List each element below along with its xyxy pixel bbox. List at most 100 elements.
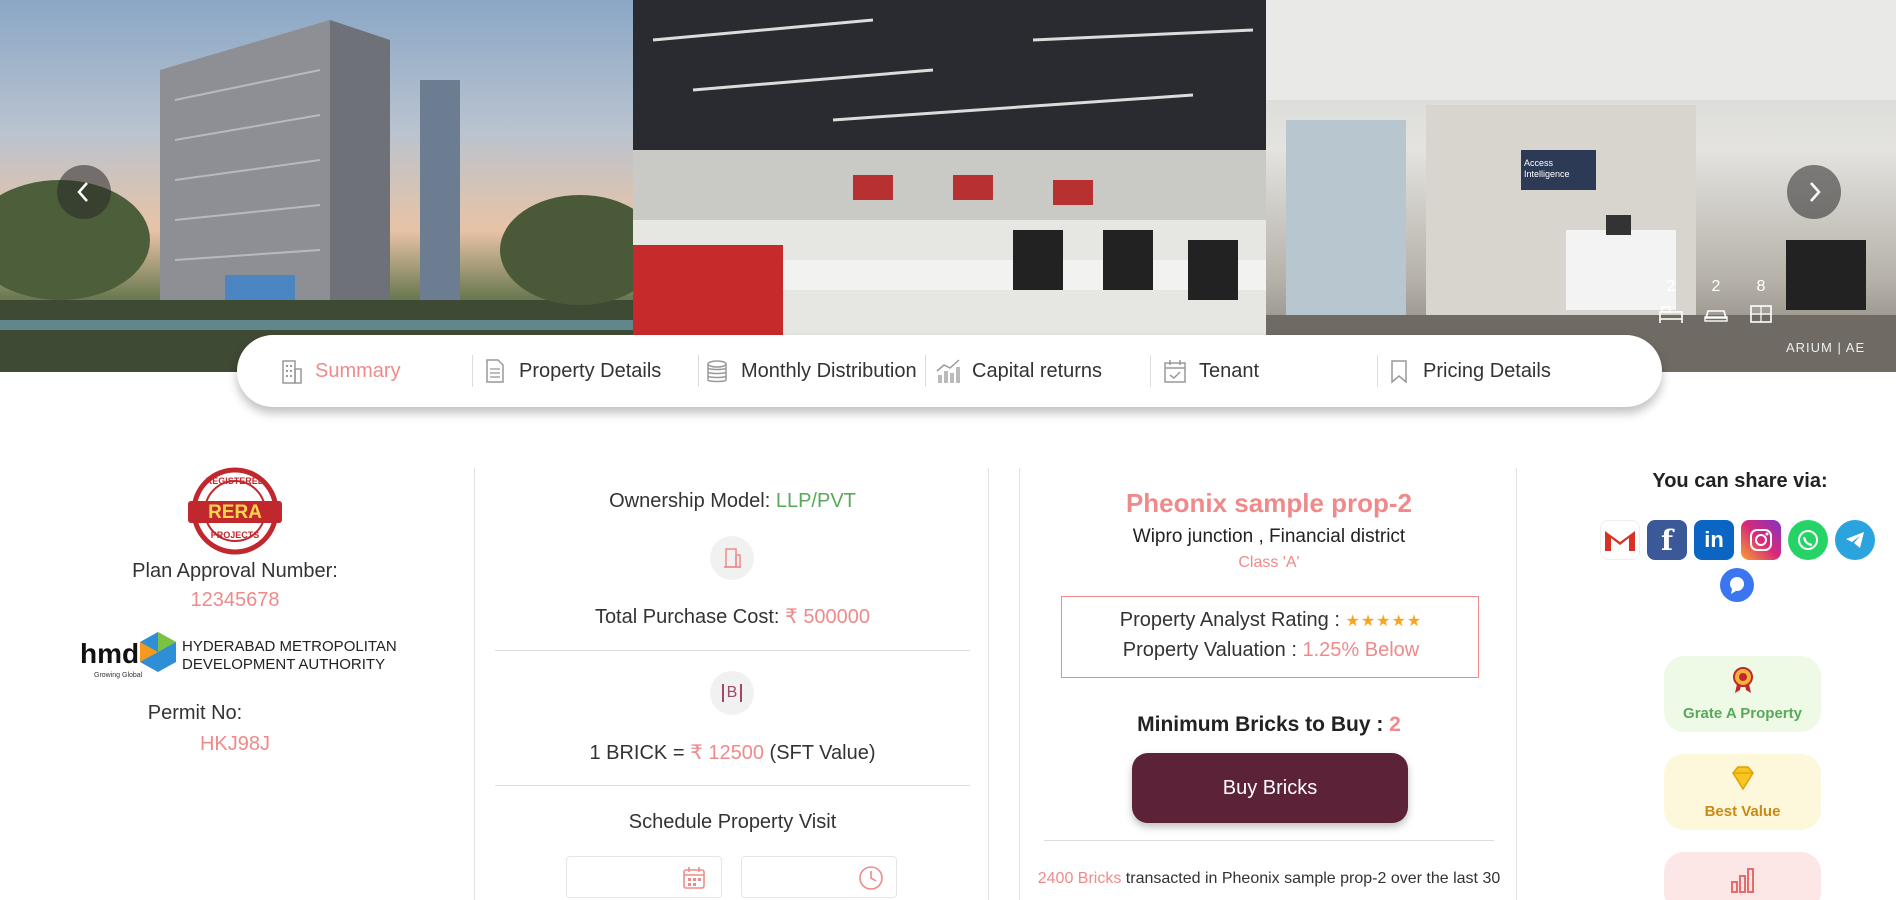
calendar-check-icon	[1161, 357, 1189, 385]
rera-badge-bottom-text: PROJECTS	[210, 530, 260, 540]
growth-chart-icon	[934, 357, 962, 385]
tab-divider	[925, 355, 926, 387]
signal-icon[interactable]	[1720, 568, 1754, 602]
property-class: Class 'A'	[1238, 554, 1300, 571]
bedrooms-count: 2	[1666, 278, 1676, 295]
tab-summary[interactable]: Summary	[277, 335, 401, 407]
bed-icon	[1656, 304, 1686, 329]
whatsapp-icon[interactable]	[1788, 520, 1828, 560]
calendar-icon[interactable]	[681, 865, 707, 896]
diamond-icon	[1728, 763, 1758, 797]
hmda-logo: hmda Growing Global HYDERABAD METROPOLIT…	[60, 628, 410, 684]
brick-prefix: 1 BRICK =	[589, 742, 685, 764]
instagram-icon[interactable]	[1741, 520, 1781, 560]
hmda-name-line2: DEVELOPMENT AUTHORITY	[182, 656, 386, 673]
total-purchase-cost: Total Purchase Cost: ₹ 500000	[475, 604, 990, 629]
tab-tenant-label: Tenant	[1199, 359, 1260, 382]
area-count: 8	[1756, 278, 1766, 295]
star-icon: ★	[1345, 613, 1361, 630]
brick-icon-letter: B	[721, 684, 743, 702]
tab-divider	[1377, 355, 1378, 387]
facebook-icon[interactable]: f	[1647, 520, 1687, 560]
building-icon	[277, 357, 305, 385]
tab-pricing-details[interactable]: Pricing Details	[1385, 335, 1551, 407]
carousel-next-button[interactable]	[1787, 165, 1841, 219]
minimum-bricks-value: 2	[1389, 713, 1401, 736]
linkedin-icon[interactable]: in	[1694, 520, 1734, 560]
property-section-tabs: Summary Property Details Monthly Distrib…	[237, 335, 1662, 407]
divider	[495, 785, 970, 786]
tab-monthly-distribution-label: Monthly Distribution	[741, 359, 917, 382]
parking-count: 2	[1711, 278, 1721, 295]
star-icon: ★	[1406, 613, 1423, 630]
best-value-label: Best Value	[1704, 803, 1781, 820]
ownership-model: Ownership Model: LLP/PVT	[475, 490, 990, 513]
star-icon: ★	[1376, 613, 1392, 630]
rera-badge-main-text: RERA	[208, 502, 262, 523]
brick-price: ₹ 12500	[690, 742, 764, 764]
approval-info: REGISTERED RERA PROJECTS Plan Approval N…	[60, 460, 410, 756]
property-image-carousel: ARIUM | AE Access Intelligence 2 2 8	[0, 0, 1896, 372]
visit-date-input[interactable]	[566, 856, 722, 898]
transaction-summary: 2400 Bricks transacted in Pheonix sample…	[1020, 870, 1518, 888]
grate-a-property-card[interactable]: Grate A Property	[1664, 656, 1821, 732]
clock-icon[interactable]	[858, 865, 884, 896]
permit-label: Permit No:	[147, 702, 243, 724]
purchase-info: Ownership Model: LLP/PVT Total Purchase …	[474, 468, 989, 900]
rera-badge-top-text: REGISTERED	[205, 476, 265, 486]
rating-stars: ★★★★★	[1345, 613, 1422, 630]
total-cost-value: ₹ 500000	[785, 606, 871, 628]
hmda-logo-tagline: Growing Global	[94, 672, 143, 679]
plan-approval-number: 12345678	[190, 589, 280, 611]
analyst-rating: Property Analyst Rating : ★★★★★	[1062, 609, 1480, 632]
analyst-rating-label: Property Analyst Rating :	[1119, 609, 1340, 631]
divider	[1044, 840, 1494, 841]
rating-box: Property Analyst Rating : ★★★★★ Property…	[1061, 596, 1479, 678]
best-value-card[interactable]: Best Value	[1664, 754, 1821, 830]
tab-divider	[698, 355, 699, 387]
bar-chart-icon	[1728, 864, 1758, 898]
property-location: Wipro junction , Financial district	[1132, 526, 1406, 547]
tab-divider	[472, 355, 473, 387]
tab-tenant[interactable]: Tenant	[1161, 335, 1259, 407]
permit-number: HKJ98J	[199, 733, 271, 755]
plan-approval-label: Plan Approval Number:	[132, 560, 338, 582]
parking-feature: 2	[1701, 278, 1731, 329]
tab-property-details[interactable]: Property Details	[481, 335, 661, 407]
tab-property-details-label: Property Details	[519, 359, 662, 382]
minimum-bricks-label: Minimum Bricks to Buy :	[1137, 713, 1384, 736]
valuation-label: Property Valuation :	[1122, 639, 1297, 661]
growth-card[interactable]	[1664, 852, 1821, 900]
telegram-icon[interactable]	[1835, 520, 1875, 560]
bedrooms-feature: 2	[1656, 278, 1686, 329]
star-icon: ★	[1391, 613, 1407, 630]
hmda-name-line1: HYDERABAD METROPOLITAN	[182, 638, 397, 655]
ownership-label: Ownership Model:	[609, 490, 771, 512]
grate-a-property-label: Grate A Property	[1683, 705, 1802, 722]
valuation-value: 1.25% Below	[1302, 639, 1420, 661]
divider	[495, 650, 970, 651]
building-icon	[710, 536, 754, 580]
transacted-count: 2400 Bricks	[1037, 870, 1122, 887]
watermark-text: ARIUM | AE	[1786, 340, 1866, 355]
tab-monthly-distribution[interactable]: Monthly Distribution	[703, 335, 917, 407]
award-icon	[1728, 665, 1758, 699]
chevron-left-icon	[77, 182, 88, 202]
gmail-icon[interactable]	[1600, 520, 1640, 560]
schedule-visit-label: Schedule Property Visit	[628, 811, 837, 833]
floorplan-icon	[1746, 304, 1776, 329]
chevron-right-icon	[1810, 182, 1821, 202]
ownership-value: LLP/PVT	[775, 490, 856, 512]
document-icon	[481, 357, 509, 385]
transacted-text: transacted in Pheonix sample prop-2 over…	[1125, 870, 1501, 887]
visit-time-input[interactable]	[741, 856, 897, 898]
property-valuation: Property Valuation : 1.25% Below	[1062, 639, 1480, 662]
carousel-prev-button[interactable]	[57, 165, 111, 219]
tab-capital-returns[interactable]: Capital returns	[934, 335, 1102, 407]
property-name: Pheonix sample prop-2	[1125, 488, 1413, 518]
share-panel: You can share via: f in Grate A Property…	[1600, 460, 1880, 900]
hmda-emblem-icon	[140, 632, 176, 672]
buy-bricks-button[interactable]: Buy Bricks	[1132, 753, 1408, 823]
share-title: You can share via:	[1652, 470, 1828, 492]
brick-suffix: (SFT Value)	[769, 742, 876, 764]
